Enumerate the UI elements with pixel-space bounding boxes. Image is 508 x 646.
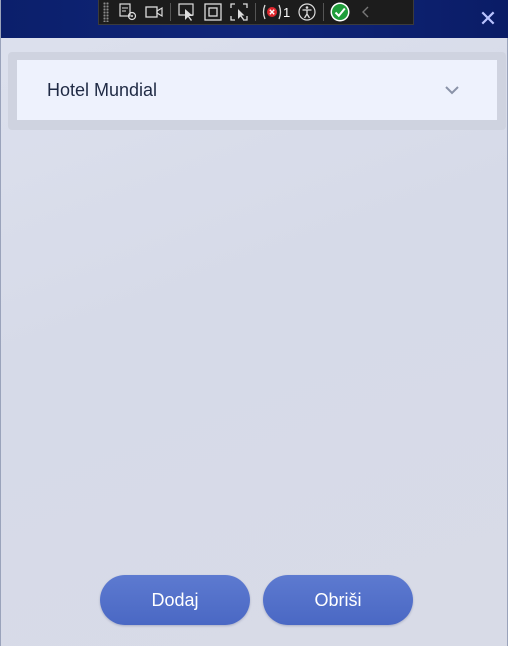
- accessibility-checker-icon[interactable]: [294, 1, 320, 23]
- check-accessibility-ok-icon[interactable]: [327, 1, 353, 23]
- toolbar-separator: [323, 3, 325, 21]
- binding-failures-icon[interactable]: [259, 1, 285, 23]
- toolbar-grip-icon[interactable]: [103, 2, 109, 22]
- display-layout-adorners-icon[interactable]: [200, 1, 226, 23]
- chevron-down-icon[interactable]: [443, 81, 461, 99]
- delete-button[interactable]: Obriši: [263, 575, 413, 625]
- track-focus-icon[interactable]: [226, 1, 252, 23]
- hotel-select-dropdown[interactable]: Hotel Mundial: [17, 60, 497, 120]
- toolbar-separator: [170, 3, 171, 21]
- toolbar-separator: [255, 3, 256, 21]
- close-icon[interactable]: ✕: [477, 8, 499, 30]
- video-record-icon[interactable]: [141, 1, 167, 23]
- xaml-debug-toolbar: 1: [98, 0, 414, 25]
- add-button[interactable]: Dodaj: [100, 575, 250, 625]
- binding-failures-count: 1: [283, 4, 291, 20]
- select-element-icon[interactable]: [174, 1, 200, 23]
- collapse-toolbar-icon[interactable]: [353, 1, 379, 23]
- live-visual-tree-icon[interactable]: [115, 1, 141, 23]
- hotel-select-value: Hotel Mundial: [47, 79, 158, 100]
- app-window: ✕ 1 Hotel Mundial Dodaj Obriši: [0, 0, 508, 646]
